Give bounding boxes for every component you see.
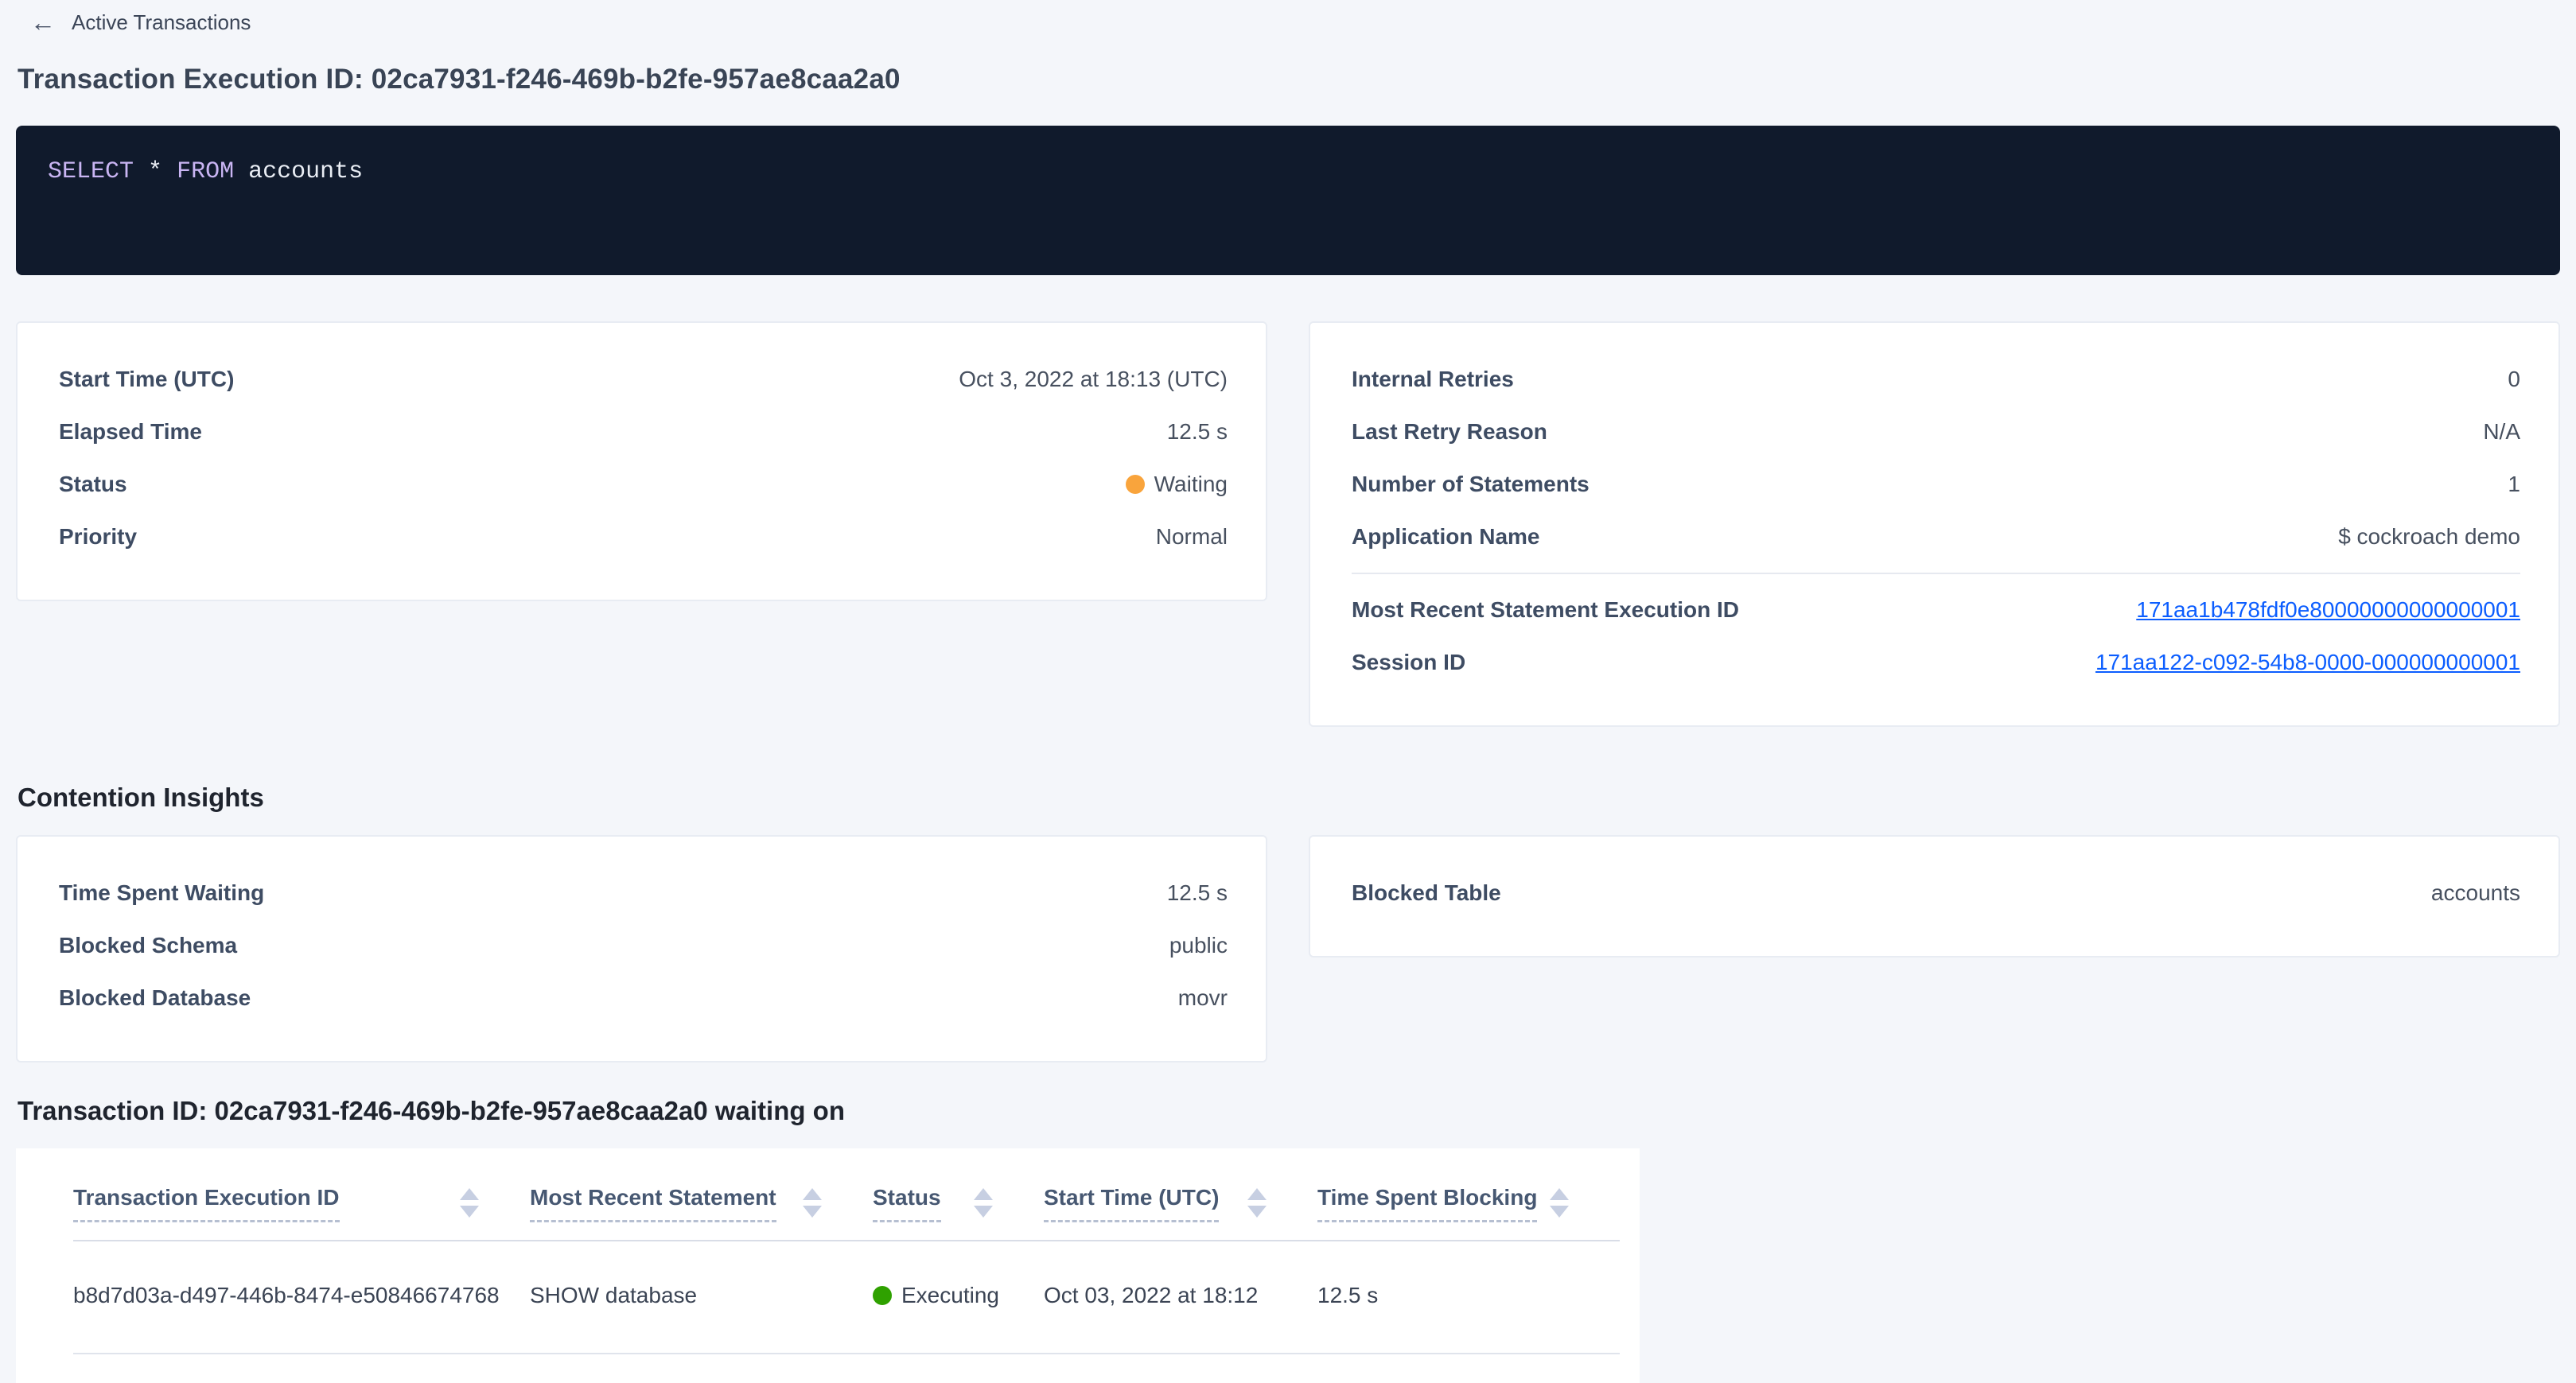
sort-arrows-icon — [1550, 1188, 1569, 1218]
column-label: Start Time (UTC) — [1044, 1185, 1219, 1222]
card-divider — [1352, 573, 2520, 574]
sql-statement-box: SELECT * FROM accounts — [16, 126, 2560, 275]
column-label: Time Spent Blocking — [1317, 1185, 1537, 1222]
session-id-label: Session ID — [1352, 650, 1465, 675]
column-header-start-time[interactable]: Start Time (UTC) — [1044, 1148, 1317, 1241]
column-header-time-spent-blocking[interactable]: Time Spent Blocking — [1317, 1148, 1620, 1241]
breadcrumb-label: Active Transactions — [72, 10, 251, 35]
sort-arrows-icon — [974, 1188, 993, 1218]
sql-table-name: accounts — [248, 158, 363, 185]
start-time-value: Oct 3, 2022 at 18:13 (UTC) — [959, 367, 1228, 392]
column-label: Most Recent Statement — [530, 1185, 776, 1222]
sort-arrows-icon — [803, 1188, 822, 1218]
cell-status: Executing — [873, 1241, 1044, 1354]
cell-most-recent-statement: SHOW database — [530, 1241, 873, 1354]
priority-label: Priority — [59, 524, 137, 550]
internal-retries-row: Internal Retries 0 — [1352, 353, 2520, 406]
contention-insights-heading: Contention Insights — [18, 783, 2560, 813]
number-of-statements-row: Number of Statements 1 — [1352, 458, 2520, 511]
elapsed-time-label: Elapsed Time — [59, 419, 202, 445]
last-retry-reason-label: Last Retry Reason — [1352, 419, 1547, 445]
contention-right-card: Blocked Table accounts — [1309, 835, 2560, 958]
sql-keyword-select: SELECT — [48, 158, 134, 185]
sort-arrows-icon — [1247, 1188, 1267, 1218]
last-retry-reason-value: N/A — [2483, 419, 2520, 445]
time-spent-waiting-row: Time Spent Waiting 12.5 s — [59, 867, 1228, 919]
status-executing-text: Executing — [901, 1283, 999, 1308]
transaction-details-page: ← Active Transactions Transaction Execut… — [0, 0, 2576, 1383]
number-of-statements-label: Number of Statements — [1352, 472, 1590, 497]
blocked-schema-value: public — [1169, 933, 1228, 958]
table-row: b8d7d03a-d497-446b-8474-e50846674768 SHO… — [73, 1241, 1620, 1354]
back-arrow-icon: ← — [30, 10, 56, 35]
priority-row: Priority Normal — [59, 511, 1228, 563]
status-value: Waiting — [1126, 472, 1228, 497]
cell-time-spent-blocking: 12.5 s — [1317, 1241, 1620, 1354]
elapsed-time-row: Elapsed Time 12.5 s — [59, 406, 1228, 458]
column-header-status[interactable]: Status — [873, 1148, 1044, 1241]
column-header-transaction-execution-id[interactable]: Transaction Execution ID — [73, 1148, 530, 1241]
blocked-table-row: Blocked Table accounts — [1352, 867, 2520, 919]
cell-transaction-execution-id: b8d7d03a-d497-446b-8474-e50846674768 — [73, 1241, 530, 1354]
application-name-row: Application Name $ cockroach demo — [1352, 511, 2520, 563]
back-to-active-transactions[interactable]: ← Active Transactions — [16, 0, 251, 35]
blocked-database-value: movr — [1178, 985, 1228, 1011]
page-title: Transaction Execution ID: 02ca7931-f246-… — [18, 64, 2560, 95]
statement-execution-id-label: Most Recent Statement Execution ID — [1352, 597, 1739, 623]
statement-execution-id-link[interactable]: 171aa1b478fdf0e80000000000000001 — [2136, 597, 2520, 623]
details-card: Internal Retries 0 Last Retry Reason N/A… — [1309, 321, 2560, 727]
statement-execution-id-row: Most Recent Statement Execution ID 171aa… — [1352, 584, 2520, 636]
status-waiting-dot-icon — [1126, 475, 1145, 494]
summary-cards-row: Start Time (UTC) Oct 3, 2022 at 18:13 (U… — [16, 321, 2560, 727]
blocked-database-label: Blocked Database — [59, 985, 251, 1011]
internal-retries-label: Internal Retries — [1352, 367, 1514, 392]
column-header-most-recent-statement[interactable]: Most Recent Statement — [530, 1148, 873, 1241]
last-retry-reason-row: Last Retry Reason N/A — [1352, 406, 2520, 458]
time-spent-waiting-value: 12.5 s — [1167, 880, 1228, 906]
contention-cards-row: Time Spent Waiting 12.5 s Blocked Schema… — [16, 835, 2560, 1063]
contention-left-card: Time Spent Waiting 12.5 s Blocked Schema… — [16, 835, 1267, 1063]
time-spent-waiting-label: Time Spent Waiting — [59, 880, 264, 906]
blocked-schema-row: Blocked Schema public — [59, 919, 1228, 972]
waiting-on-heading: Transaction ID: 02ca7931-f246-469b-b2fe-… — [18, 1096, 2560, 1126]
start-time-row: Start Time (UTC) Oct 3, 2022 at 18:13 (U… — [59, 353, 1228, 406]
sort-arrows-icon — [460, 1188, 479, 1218]
blocked-table-label: Blocked Table — [1352, 880, 1501, 906]
waiting-transactions-table: Transaction Execution ID Most Recent Sta… — [73, 1148, 1620, 1354]
application-name-value: $ cockroach demo — [2338, 524, 2520, 550]
column-label: Status — [873, 1185, 941, 1222]
sql-star: * — [148, 158, 162, 185]
start-time-label: Start Time (UTC) — [59, 367, 234, 392]
application-name-label: Application Name — [1352, 524, 1539, 550]
blocked-database-row: Blocked Database movr — [59, 972, 1228, 1024]
sql-keyword-from: FROM — [177, 158, 234, 185]
session-id-row: Session ID 171aa122-c092-54b8-0000-00000… — [1352, 636, 2520, 689]
elapsed-time-value: 12.5 s — [1167, 419, 1228, 445]
waiting-transactions-panel: Transaction Execution ID Most Recent Sta… — [16, 1148, 1640, 1383]
session-id-link[interactable]: 171aa122-c092-54b8-0000-000000000001 — [2095, 650, 2520, 675]
table-header-row: Transaction Execution ID Most Recent Sta… — [73, 1148, 1620, 1241]
column-label: Transaction Execution ID — [73, 1185, 340, 1222]
blocked-table-value: accounts — [2431, 880, 2520, 906]
status-label: Status — [59, 472, 127, 497]
priority-value: Normal — [1156, 524, 1228, 550]
overview-card: Start Time (UTC) Oct 3, 2022 at 18:13 (U… — [16, 321, 1267, 601]
number-of-statements-value: 1 — [2508, 472, 2520, 497]
status-waiting-text: Waiting — [1154, 472, 1228, 497]
blocked-schema-label: Blocked Schema — [59, 933, 237, 958]
status-row: Status Waiting — [59, 458, 1228, 511]
cell-start-time: Oct 03, 2022 at 18:12 — [1044, 1241, 1317, 1354]
status-executing-dot-icon — [873, 1286, 892, 1305]
internal-retries-value: 0 — [2508, 367, 2520, 392]
